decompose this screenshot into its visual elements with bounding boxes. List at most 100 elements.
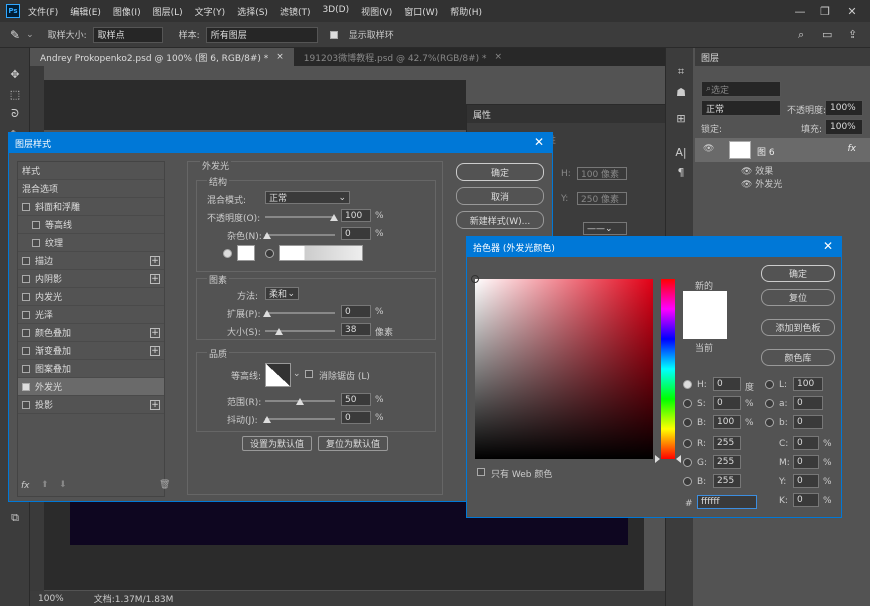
hue-left-arrow[interactable]	[655, 455, 660, 463]
g-radio[interactable]	[683, 458, 692, 467]
spread-field[interactable]: 0	[341, 305, 371, 318]
style-list-item[interactable]: 渐变叠加 +	[18, 342, 164, 360]
restore-icon[interactable]: ❐	[815, 0, 835, 22]
menu-item[interactable]: 帮助(H)	[450, 5, 482, 18]
add-icon[interactable]: +	[150, 256, 160, 266]
style-list-item[interactable]: 斜面和浮雕	[18, 198, 164, 216]
style-checkbox[interactable]	[32, 220, 40, 229]
a-radio[interactable]	[765, 399, 774, 408]
style-list-item[interactable]: 描边 +	[18, 252, 164, 270]
size-field[interactable]: 38	[341, 323, 371, 336]
style-list-item[interactable]: 混合选项	[18, 180, 164, 198]
gradient-swatch[interactable]	[279, 245, 363, 261]
range-knob[interactable]	[296, 398, 304, 405]
add-icon[interactable]: +	[150, 400, 160, 410]
menu-item[interactable]: 编辑(E)	[70, 5, 101, 18]
noise-slider[interactable]	[265, 234, 335, 236]
noise-knob[interactable]	[263, 232, 271, 239]
style-list-item[interactable]: 光泽	[18, 306, 164, 324]
menu-item[interactable]: 滤镜(T)	[280, 5, 311, 18]
share-icon[interactable]: ⇪	[848, 28, 857, 41]
h-radio[interactable]	[683, 380, 692, 389]
layer-opacity[interactable]: 100%	[825, 100, 863, 116]
style-list-item[interactable]: 图案叠加	[18, 360, 164, 378]
chevron-down-icon[interactable]: ⌄	[26, 30, 34, 40]
layer-row[interactable]: 👁 图 6 fx	[695, 138, 870, 162]
hue-slider[interactable]	[661, 279, 675, 459]
k-field[interactable]: 0	[793, 493, 819, 507]
b-radio[interactable]	[683, 418, 692, 427]
workspace-icon[interactable]: ▭	[822, 28, 832, 41]
set-default-button[interactable]: 设置为默认值	[242, 436, 312, 451]
style-checkbox[interactable]	[22, 382, 30, 391]
close-icon[interactable]: ×	[495, 52, 503, 62]
eye-icon[interactable]: 👁	[703, 144, 714, 154]
add-icon[interactable]: +	[150, 328, 160, 338]
style-checkbox[interactable]	[22, 202, 30, 211]
close-icon[interactable]: ×	[276, 52, 284, 62]
style-list-item[interactable]: 内发光	[18, 288, 164, 306]
cancel-button[interactable]: 取消	[456, 187, 544, 205]
sample-size-select[interactable]: 取样点	[92, 26, 163, 43]
style-list-item[interactable]: 颜色叠加 +	[18, 324, 164, 342]
eyedropper-icon[interactable]: ✎	[10, 28, 20, 42]
s-radio[interactable]	[683, 399, 692, 408]
add-swatch-button[interactable]: 添加到色板	[761, 319, 835, 336]
trash-icon[interactable]: 🗑	[159, 480, 170, 490]
style-checkbox[interactable]	[32, 238, 40, 247]
jitter-knob[interactable]	[263, 416, 271, 423]
hex-field[interactable]: ffffff	[697, 495, 757, 509]
adjust-icon[interactable]: ⊞	[666, 108, 696, 128]
layer-search[interactable]: ⌕ 选定	[701, 81, 781, 97]
reset-default-button[interactable]: 复位为默认值	[318, 436, 388, 451]
marquee-tool-icon[interactable]: ⬚	[0, 84, 30, 104]
blue-radio[interactable]	[683, 477, 692, 486]
width-field[interactable]: 100 像素	[577, 167, 627, 180]
style-list-item[interactable]: 纹理	[18, 234, 164, 252]
stamp-icon[interactable]: ☗	[666, 82, 696, 102]
close-icon[interactable]: ✕	[534, 135, 544, 149]
style-list-item[interactable]: 内阴影 +	[18, 270, 164, 288]
crop-icon[interactable]: ⌗	[666, 62, 696, 82]
spread-slider[interactable]	[265, 312, 335, 314]
jitter-field[interactable]: 0	[341, 411, 371, 424]
style-list-item[interactable]: 样式	[18, 162, 164, 180]
web-only-checkbox[interactable]	[477, 468, 485, 476]
color-field[interactable]	[475, 279, 653, 459]
color-libraries-button[interactable]: 颜色库	[761, 349, 835, 366]
fx-icon[interactable]: fx	[21, 481, 30, 491]
add-icon[interactable]: +	[150, 274, 160, 284]
color-radio[interactable]	[223, 249, 232, 258]
stroke-select[interactable]: ——⌄	[583, 222, 627, 235]
style-checkbox[interactable]	[22, 364, 30, 373]
layer-blend-select[interactable]: 正常	[701, 100, 781, 116]
character-icon[interactable]: A|	[666, 142, 696, 162]
s-field[interactable]: 0	[713, 396, 741, 410]
l-radio[interactable]	[765, 380, 774, 389]
m-field[interactable]: 0	[793, 455, 819, 469]
antialias-checkbox[interactable]	[305, 370, 313, 378]
move-up-icon[interactable]: ⬆	[41, 480, 49, 490]
sample-select[interactable]: 所有图层	[205, 26, 318, 43]
y-field[interactable]: 250 像素	[577, 192, 627, 205]
blue-field[interactable]: 255	[713, 474, 741, 488]
layer-fill[interactable]: 100%	[825, 119, 863, 135]
lasso-tool-icon[interactable]: ᘐ	[0, 104, 30, 124]
b-field[interactable]: 100	[713, 415, 741, 429]
menu-item[interactable]: 选择(S)	[237, 5, 268, 18]
lab-b-field[interactable]: 0	[793, 415, 823, 429]
minimize-icon[interactable]: —	[790, 0, 810, 22]
contour-preview[interactable]	[265, 363, 291, 387]
r-radio[interactable]	[683, 439, 692, 448]
method-select[interactable]: 柔和 ⌄	[265, 287, 299, 300]
style-checkbox[interactable]	[22, 292, 30, 301]
menu-item[interactable]: 文件(F)	[28, 5, 58, 18]
zoom-level[interactable]: 100%	[38, 594, 64, 604]
move-down-icon[interactable]: ⬇	[59, 480, 67, 490]
style-checkbox[interactable]	[22, 256, 30, 265]
size-knob[interactable]	[275, 328, 283, 335]
opacity-field[interactable]: 100	[341, 209, 371, 222]
style-list-item[interactable]: 外发光	[18, 378, 164, 396]
menu-item[interactable]: 视图(V)	[361, 5, 392, 18]
h-field[interactable]: 0	[713, 377, 741, 391]
